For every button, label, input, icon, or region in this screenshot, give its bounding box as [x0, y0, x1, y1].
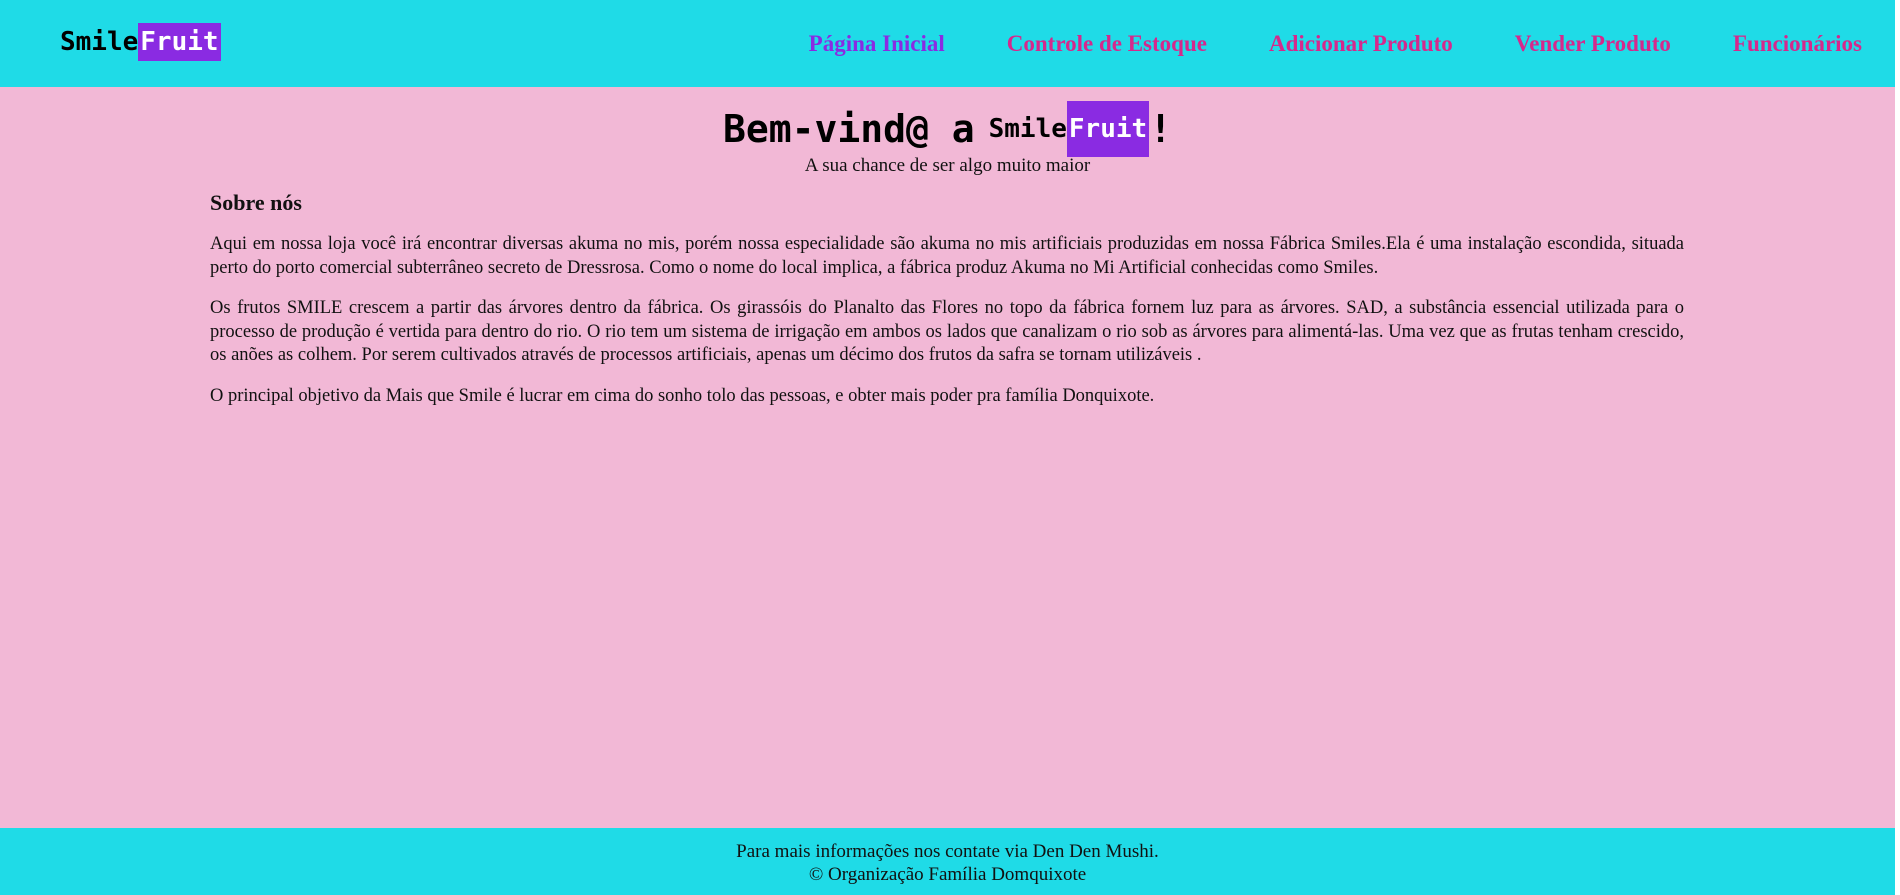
- nav-link-home[interactable]: Página Inicial: [809, 31, 945, 57]
- footer-copyright: © Organização Família Domquixote: [808, 864, 1087, 885]
- about-section: Sobre nós Aqui em nossa loja você irá en…: [210, 190, 1684, 425]
- site-logo[interactable]: Smile Fruit: [60, 22, 221, 61]
- about-paragraph-2: Os frutos SMILE crescem a partir das árv…: [210, 298, 1684, 365]
- tagline: A sua chance de ser algo muito maior: [804, 155, 1091, 176]
- welcome-brand: Smile Fruit: [989, 101, 1150, 157]
- logo-text-fruit: Fruit: [138, 22, 221, 61]
- about-heading: Sobre nós: [210, 190, 302, 215]
- page-footer: Para mais informações nos contate via De…: [0, 828, 1895, 895]
- welcome-suffix: !: [1149, 107, 1173, 151]
- about-paragraph-3: O principal objetivo da Mais que Smile é…: [210, 385, 1155, 406]
- nav-link-stock-control[interactable]: Controle de Estoque: [1007, 31, 1207, 57]
- welcome-title: Bem-vind@ a Smile Fruit !: [723, 101, 1172, 157]
- nav-link-sell-product[interactable]: Vender Produto: [1515, 31, 1671, 57]
- welcome-brand-smile: Smile: [988, 114, 1067, 144]
- welcome-brand-fruit: Fruit: [1066, 101, 1150, 157]
- hero-section: Bem-vind@ a Smile Fruit ! A sua chance de…: [0, 101, 1895, 177]
- about-paragraph-1: Aqui em nossa loja você irá encontrar di…: [210, 234, 1684, 278]
- nav-link-employees[interactable]: Funcionários: [1733, 31, 1862, 57]
- window-right-edge: [1895, 0, 1900, 895]
- welcome-prefix: Bem-vind@ a: [722, 107, 975, 151]
- nav-link-add-product[interactable]: Adicionar Produto: [1269, 31, 1453, 57]
- footer-contact: Para mais informações nos contate via De…: [736, 841, 1159, 862]
- top-navbar: Smile Fruit Página Inicial Controle de Es…: [0, 0, 1895, 87]
- logo-text-smile: Smile: [60, 26, 139, 57]
- main-nav: Página Inicial Controle de Estoque Adici…: [809, 0, 1862, 87]
